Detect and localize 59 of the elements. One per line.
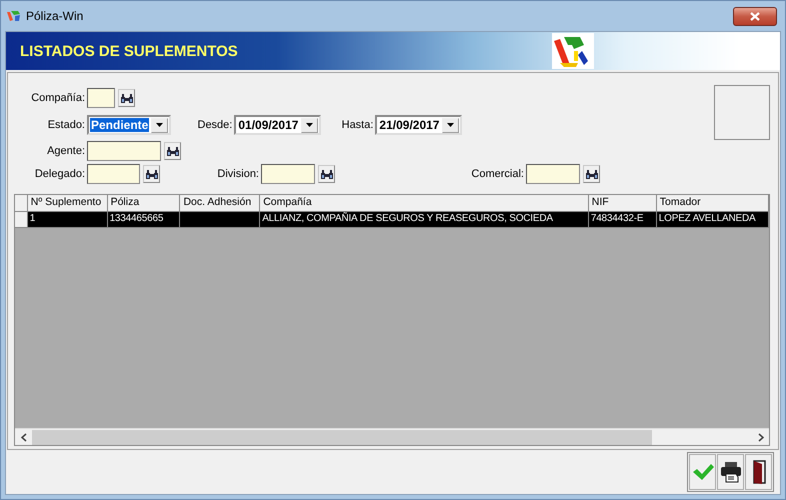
table-cell: 1 [28, 212, 108, 228]
input-field[interactable] [87, 164, 140, 184]
dropdown-button[interactable] [442, 118, 460, 132]
page-title: LISTADOS DE SUPLEMENTOS [20, 42, 238, 60]
logo-icon [552, 33, 594, 69]
field-label: Delegado: [34, 168, 86, 180]
search-button[interactable] [118, 89, 135, 107]
field-label: Comercial: [470, 168, 525, 180]
field-label: Agente: [46, 145, 86, 157]
scrollbar-thumb[interactable] [32, 430, 652, 444]
column-header[interactable]: NIF [588, 195, 657, 212]
search-button[interactable] [164, 142, 181, 160]
column-header[interactable]: Tomador [656, 195, 769, 212]
dropdown-field[interactable]: Pendiente [87, 115, 172, 135]
app-logo-icon [7, 10, 21, 22]
window-title: Póliza-Win [26, 9, 84, 23]
search-button[interactable] [583, 165, 600, 183]
dropdown-field[interactable]: 21/09/2017 [375, 115, 462, 135]
chevron-left-icon [20, 432, 26, 442]
table-cell: ALLIANZ, COMPAÑIA DE SEGUROS Y REASEGUROS, SOCIEDA [260, 212, 589, 228]
caret-icon [156, 123, 164, 127]
column-header[interactable]: Doc. Adhesión [180, 195, 260, 212]
field-label: Compañía: [30, 92, 86, 104]
input-field[interactable] [261, 164, 315, 184]
exit-button[interactable] [745, 454, 772, 490]
checkmark-icon [692, 463, 714, 481]
field-label: Desde: [196, 119, 234, 131]
dropdown-button[interactable] [151, 118, 168, 132]
binoculars-icon [320, 168, 334, 180]
row-header[interactable] [15, 212, 28, 228]
field-label: Hasta: [340, 119, 374, 131]
field-label: Estado: [46, 119, 86, 131]
close-icon [750, 12, 760, 20]
input-field[interactable] [87, 141, 161, 161]
chevron-right-icon [758, 432, 764, 442]
dropdown-field[interactable]: 01/09/2017 [234, 115, 322, 135]
column-header[interactable]: Compañía [260, 195, 589, 212]
binoculars-icon [584, 168, 598, 180]
close-button[interactable] [733, 6, 777, 26]
door-icon [750, 460, 766, 484]
search-button[interactable] [143, 165, 160, 183]
caret-icon [447, 123, 454, 127]
field-label: Division: [216, 168, 260, 180]
image-frame [714, 85, 770, 140]
table-cell: 1334465665 [108, 212, 180, 228]
print-button[interactable] [717, 454, 744, 490]
printer-icon [720, 461, 742, 483]
column-header[interactable]: Nº Suplemento [28, 195, 108, 212]
table-cell: LOPEZ AVELLANEDA [656, 212, 769, 228]
binoculars-icon [144, 168, 158, 180]
input-field[interactable] [87, 88, 115, 108]
dropdown-button[interactable] [301, 118, 318, 132]
input-field[interactable] [526, 164, 580, 184]
binoculars-icon [166, 146, 180, 156]
column-header[interactable]: Póliza [108, 195, 180, 212]
table-cell: 74834432-E [588, 212, 657, 228]
caret-icon [306, 123, 314, 127]
search-button[interactable] [318, 165, 335, 183]
binoculars-icon [120, 92, 134, 104]
